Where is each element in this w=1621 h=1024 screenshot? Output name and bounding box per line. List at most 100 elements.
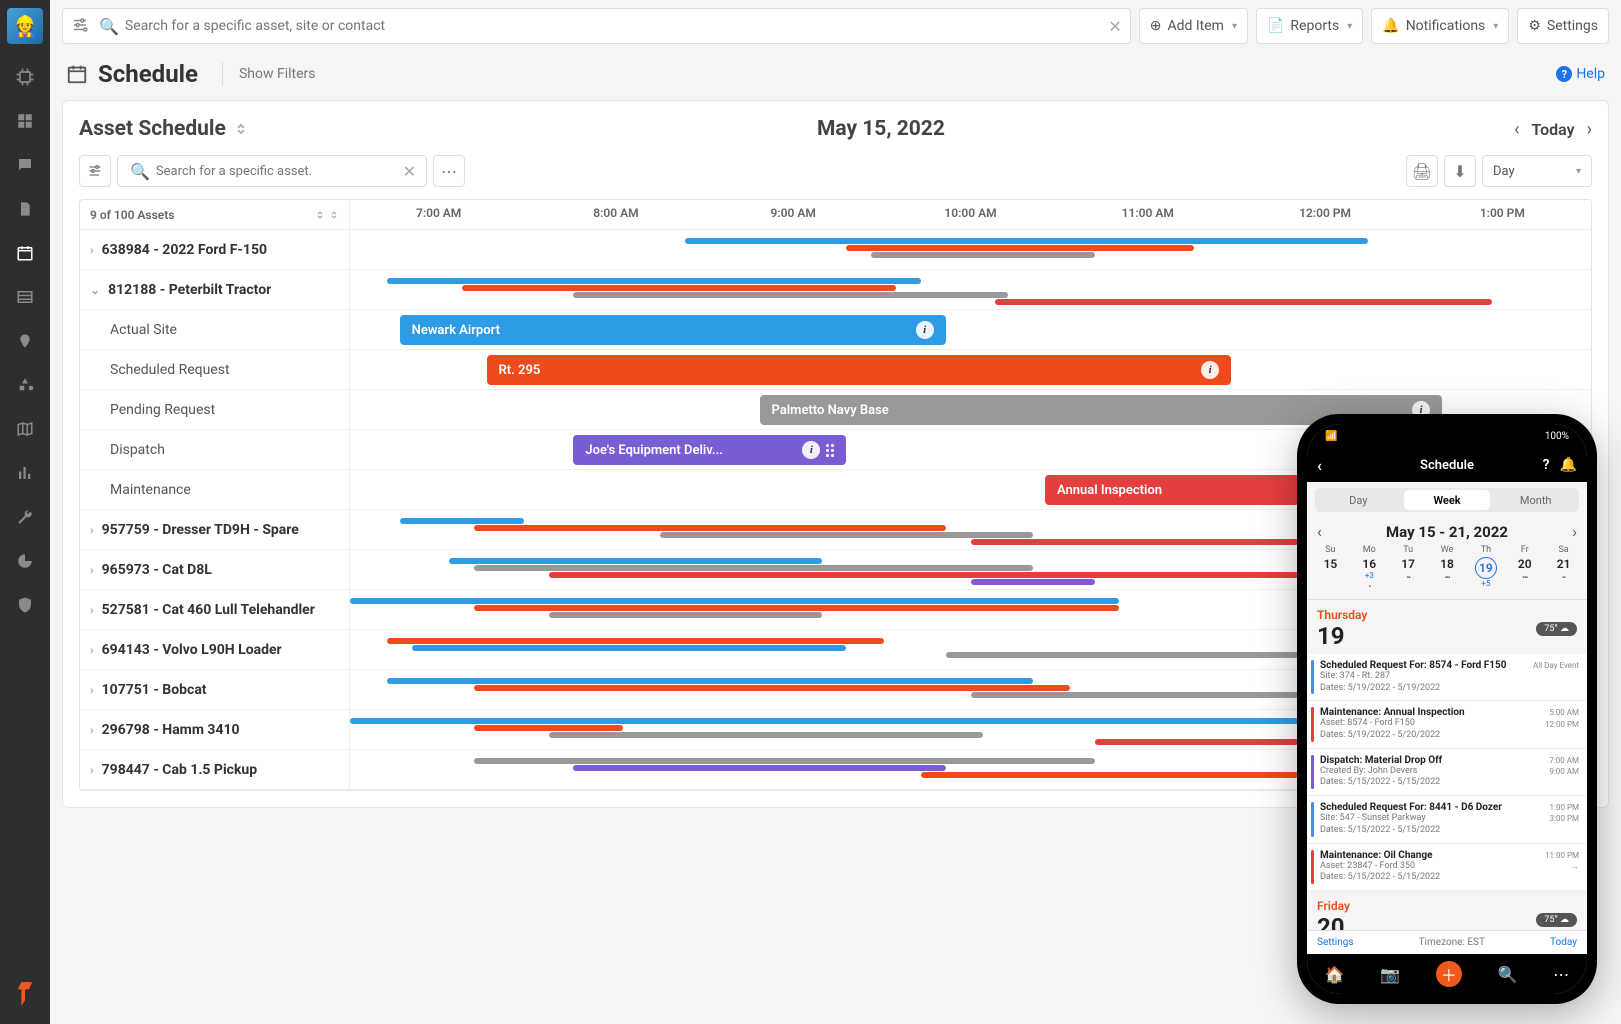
document-icon[interactable] [14, 198, 36, 220]
next-arrow-icon[interactable]: › [1587, 119, 1592, 140]
asset-search-input[interactable] [156, 164, 399, 179]
pie-chart-icon[interactable] [14, 550, 36, 572]
segment-week[interactable]: Week [1404, 490, 1491, 510]
info-icon[interactable]: i [916, 321, 934, 339]
gantt-bar[interactable] [350, 598, 1119, 604]
gantt-bar[interactable] [971, 579, 1095, 585]
sliders-icon[interactable] [79, 155, 111, 187]
gantt-bar[interactable] [462, 285, 896, 291]
gantt-block[interactable]: Rt. 295i [487, 355, 1232, 385]
global-search-input[interactable] [125, 18, 1108, 34]
phone-today-link[interactable]: Today [1550, 937, 1577, 948]
gantt-bar[interactable] [449, 558, 821, 564]
day-column[interactable]: Sa21•• [1544, 545, 1583, 591]
settings-button[interactable]: ⚙Settings [1517, 8, 1609, 44]
clear-icon[interactable]: ✕ [399, 162, 420, 181]
phone-event-row[interactable]: Dispatch: Material Drop OffCreated By: J… [1307, 749, 1587, 796]
gantt-bar[interactable] [474, 605, 1119, 611]
sort-controls[interactable] [315, 208, 339, 222]
gantt-asset-row[interactable]: ⌄812188 - Peterbilt Tractor [80, 270, 349, 310]
download-icon[interactable]: ⬇ [1444, 155, 1476, 187]
gantt-subrow[interactable]: Pending Request [80, 390, 349, 430]
gantt-bar[interactable] [474, 565, 1032, 571]
gantt-subrow[interactable]: Actual Site [80, 310, 349, 350]
add-item-button[interactable]: ⊕Add Item▾ [1139, 8, 1248, 44]
more-icon[interactable]: ⋯ [1553, 965, 1569, 984]
day-column[interactable]: Mo16+3• [1350, 545, 1389, 591]
info-icon[interactable]: i [1201, 361, 1219, 379]
gantt-bar[interactable] [400, 518, 524, 524]
gantt-asset-row[interactable]: ›296798 - Hamm 3410 [80, 710, 349, 750]
gantt-asset-row[interactable]: ›965973 - Cat D8L [80, 550, 349, 590]
gantt-bar[interactable] [474, 758, 1095, 764]
day-column[interactable]: Fr20••• [1505, 545, 1544, 591]
map-icon[interactable] [14, 418, 36, 440]
view-segment-control[interactable]: DayWeekMonth [1315, 488, 1579, 512]
reports-button[interactable]: 📄Reports▾ [1256, 8, 1363, 44]
gantt-bar[interactable] [474, 525, 946, 531]
gantt-bar[interactable] [549, 572, 1418, 578]
segment-month[interactable]: Month [1492, 488, 1579, 512]
gantt-bar[interactable] [573, 765, 945, 771]
phone-event-list[interactable]: Thursday19 75° ☁ Scheduled Request For: … [1307, 600, 1587, 930]
add-button[interactable]: ＋ [1436, 961, 1462, 987]
wrench-icon[interactable] [14, 506, 36, 528]
dashboard-icon[interactable] [14, 110, 36, 132]
help-link[interactable]: ?Help [1556, 66, 1605, 82]
sort-icon[interactable] [234, 120, 248, 138]
gantt-bar[interactable] [412, 645, 846, 651]
more-menu-button[interactable]: ⋯ [433, 155, 465, 187]
chart-icon[interactable] [14, 462, 36, 484]
gantt-bar[interactable] [350, 718, 1318, 724]
avatar[interactable]: 👷 [7, 8, 43, 44]
gantt-bar[interactable] [549, 612, 822, 618]
gantt-subrow[interactable]: Scheduled Request [80, 350, 349, 390]
gantt-block[interactable]: Newark Airporti [400, 315, 946, 345]
home-icon[interactable]: 🏠 [1325, 965, 1345, 984]
shield-icon[interactable] [14, 594, 36, 616]
segment-day[interactable]: Day [1315, 488, 1402, 512]
gantt-bar[interactable] [474, 725, 623, 731]
calendar-icon[interactable] [14, 242, 36, 264]
gantt-subrow[interactable]: Dispatch [80, 430, 349, 470]
location-icon[interactable] [14, 330, 36, 352]
info-icon[interactable]: i [802, 441, 820, 459]
bell-icon[interactable]: 🔔 [1560, 457, 1577, 473]
phone-event-row[interactable]: Maintenance: Oil ChangeAsset: 23847 - Fo… [1307, 844, 1587, 891]
cpu-icon[interactable] [14, 66, 36, 88]
gantt-bar[interactable] [685, 238, 1368, 244]
gantt-subrow[interactable]: Maintenance [80, 470, 349, 510]
gantt-bar[interactable] [387, 638, 883, 644]
today-button[interactable]: Today [1531, 120, 1574, 139]
gantt-bar[interactable] [387, 278, 921, 284]
clear-icon[interactable]: ✕ [1108, 17, 1121, 36]
prev-arrow-icon[interactable]: ‹ [1514, 119, 1519, 140]
gantt-asset-row[interactable]: ›798447 - Cab 1.5 Pickup [80, 750, 349, 790]
shapes-icon[interactable] [14, 374, 36, 396]
show-filters-link[interactable]: Show Filters [239, 66, 316, 82]
day-column[interactable]: We18••• [1428, 545, 1467, 591]
phone-event-row[interactable]: Scheduled Request For: 8574 - Ford F150S… [1307, 654, 1587, 701]
gantt-asset-row[interactable]: ›694143 - Volvo L90H Loader [80, 630, 349, 670]
gantt-bar[interactable] [846, 245, 1193, 251]
list-icon[interactable] [14, 286, 36, 308]
gantt-bar[interactable] [549, 732, 983, 738]
gantt-asset-row[interactable]: ›527581 - Cat 460 Lull Telehandler [80, 590, 349, 630]
phone-event-row[interactable]: Maintenance: Annual InspectionAsset: 857… [1307, 701, 1587, 748]
back-icon[interactable]: ‹ [1317, 456, 1322, 475]
day-column[interactable]: Th19+5 [1466, 545, 1505, 591]
print-icon[interactable]: 🖨 [1406, 155, 1438, 187]
gantt-asset-row[interactable]: ›107751 - Bobcat [80, 670, 349, 710]
gantt-bar[interactable] [660, 532, 1032, 538]
camera-icon[interactable]: 📷 [1380, 965, 1400, 984]
gantt-bar[interactable] [871, 252, 1094, 258]
gantt-block[interactable]: Joe's Equipment Deliv...i [573, 435, 846, 465]
next-arrow-icon[interactable]: › [1572, 522, 1577, 541]
view-dropdown[interactable]: Day▾ [1482, 155, 1592, 187]
phone-settings-link[interactable]: Settings [1317, 937, 1354, 948]
prev-arrow-icon[interactable]: ‹ [1317, 522, 1322, 541]
gantt-bar[interactable] [474, 685, 1070, 691]
sliders-icon[interactable] [71, 16, 91, 36]
gantt-asset-row[interactable]: ›638984 - 2022 Ford F-150 [80, 230, 349, 270]
help-icon[interactable]: ? [1543, 457, 1550, 473]
